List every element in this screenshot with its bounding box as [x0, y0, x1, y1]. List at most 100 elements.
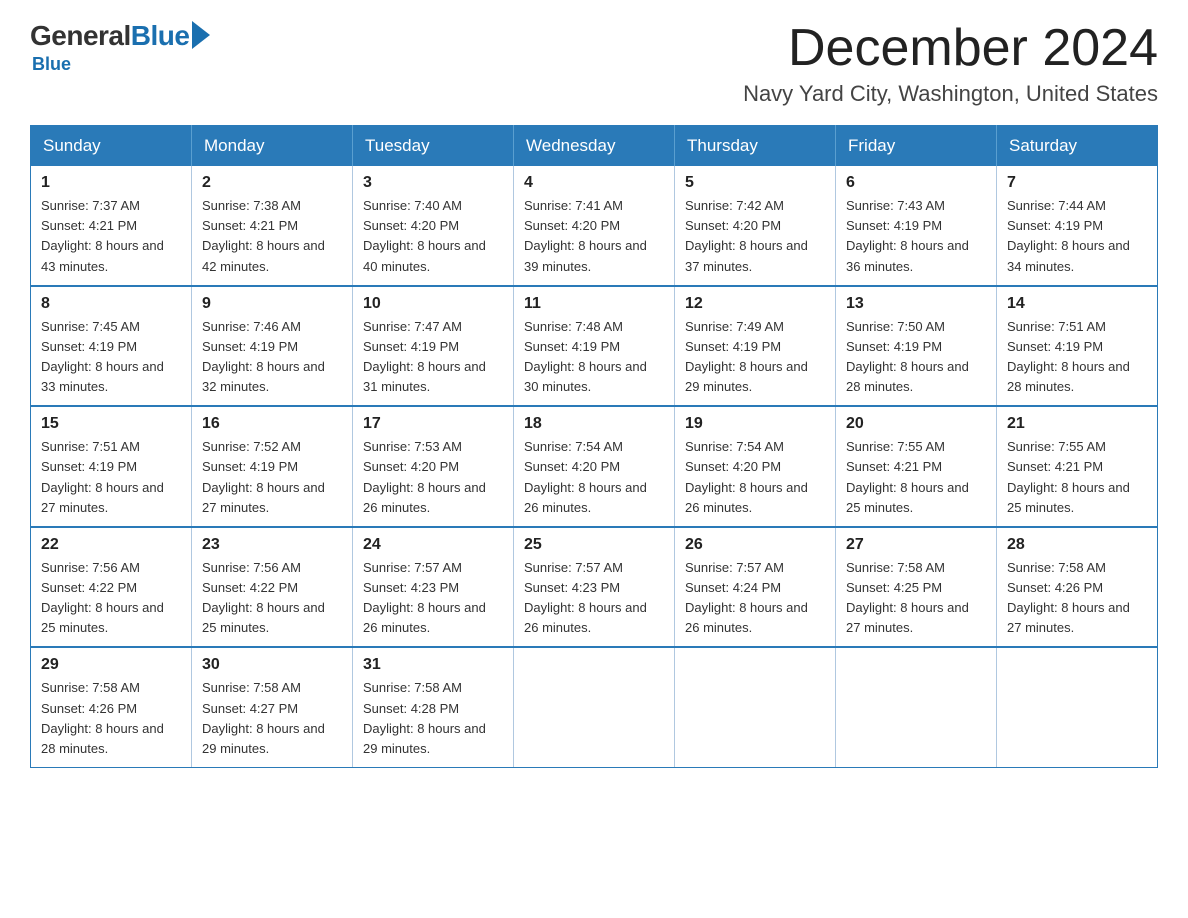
- day-number: 4: [524, 174, 664, 192]
- calendar-cell: 12 Sunrise: 7:49 AMSunset: 4:19 PMDaylig…: [675, 286, 836, 407]
- day-number: 22: [41, 536, 181, 554]
- day-info: Sunrise: 7:41 AMSunset: 4:20 PMDaylight:…: [524, 198, 647, 273]
- day-info: Sunrise: 7:57 AMSunset: 4:23 PMDaylight:…: [524, 560, 647, 635]
- calendar-week-1: 1 Sunrise: 7:37 AMSunset: 4:21 PMDayligh…: [31, 166, 1158, 286]
- day-info: Sunrise: 7:49 AMSunset: 4:19 PMDaylight:…: [685, 319, 808, 394]
- day-number: 28: [1007, 536, 1147, 554]
- calendar-cell: 13 Sunrise: 7:50 AMSunset: 4:19 PMDaylig…: [836, 286, 997, 407]
- day-number: 10: [363, 295, 503, 313]
- day-info: Sunrise: 7:58 AMSunset: 4:25 PMDaylight:…: [846, 560, 969, 635]
- day-info: Sunrise: 7:43 AMSunset: 4:19 PMDaylight:…: [846, 198, 969, 273]
- calendar-cell: 22 Sunrise: 7:56 AMSunset: 4:22 PMDaylig…: [31, 527, 192, 648]
- day-info: Sunrise: 7:50 AMSunset: 4:19 PMDaylight:…: [846, 319, 969, 394]
- day-number: 24: [363, 536, 503, 554]
- day-info: Sunrise: 7:42 AMSunset: 4:20 PMDaylight:…: [685, 198, 808, 273]
- day-number: 20: [846, 415, 986, 433]
- calendar-cell: 1 Sunrise: 7:37 AMSunset: 4:21 PMDayligh…: [31, 166, 192, 286]
- day-number: 17: [363, 415, 503, 433]
- calendar-cell: [997, 647, 1158, 767]
- day-number: 21: [1007, 415, 1147, 433]
- logo: General Blue Blue: [30, 20, 210, 75]
- day-info: Sunrise: 7:58 AMSunset: 4:26 PMDaylight:…: [41, 680, 164, 755]
- day-info: Sunrise: 7:53 AMSunset: 4:20 PMDaylight:…: [363, 439, 486, 514]
- calendar-cell: 5 Sunrise: 7:42 AMSunset: 4:20 PMDayligh…: [675, 166, 836, 286]
- calendar-cell: 24 Sunrise: 7:57 AMSunset: 4:23 PMDaylig…: [353, 527, 514, 648]
- calendar-cell: 19 Sunrise: 7:54 AMSunset: 4:20 PMDaylig…: [675, 406, 836, 527]
- logo-blue-part: Blue: [131, 20, 211, 52]
- day-number: 18: [524, 415, 664, 433]
- calendar-cell: 18 Sunrise: 7:54 AMSunset: 4:20 PMDaylig…: [514, 406, 675, 527]
- day-number: 1: [41, 174, 181, 192]
- day-info: Sunrise: 7:47 AMSunset: 4:19 PMDaylight:…: [363, 319, 486, 394]
- calendar-cell: 8 Sunrise: 7:45 AMSunset: 4:19 PMDayligh…: [31, 286, 192, 407]
- day-info: Sunrise: 7:51 AMSunset: 4:19 PMDaylight:…: [41, 439, 164, 514]
- day-info: Sunrise: 7:56 AMSunset: 4:22 PMDaylight:…: [202, 560, 325, 635]
- day-info: Sunrise: 7:52 AMSunset: 4:19 PMDaylight:…: [202, 439, 325, 514]
- header-wednesday: Wednesday: [514, 126, 675, 167]
- day-info: Sunrise: 7:37 AMSunset: 4:21 PMDaylight:…: [41, 198, 164, 273]
- day-number: 15: [41, 415, 181, 433]
- calendar-cell: 3 Sunrise: 7:40 AMSunset: 4:20 PMDayligh…: [353, 166, 514, 286]
- logo-blue-text: Blue: [131, 20, 190, 52]
- calendar-cell: 28 Sunrise: 7:58 AMSunset: 4:26 PMDaylig…: [997, 527, 1158, 648]
- day-number: 31: [363, 656, 503, 674]
- day-info: Sunrise: 7:55 AMSunset: 4:21 PMDaylight:…: [846, 439, 969, 514]
- calendar-cell: [836, 647, 997, 767]
- calendar-cell: 15 Sunrise: 7:51 AMSunset: 4:19 PMDaylig…: [31, 406, 192, 527]
- day-number: 8: [41, 295, 181, 313]
- calendar-cell: 9 Sunrise: 7:46 AMSunset: 4:19 PMDayligh…: [192, 286, 353, 407]
- day-number: 5: [685, 174, 825, 192]
- day-number: 7: [1007, 174, 1147, 192]
- day-number: 30: [202, 656, 342, 674]
- day-info: Sunrise: 7:54 AMSunset: 4:20 PMDaylight:…: [524, 439, 647, 514]
- calendar-cell: 11 Sunrise: 7:48 AMSunset: 4:19 PMDaylig…: [514, 286, 675, 407]
- day-info: Sunrise: 7:46 AMSunset: 4:19 PMDaylight:…: [202, 319, 325, 394]
- calendar-week-3: 15 Sunrise: 7:51 AMSunset: 4:19 PMDaylig…: [31, 406, 1158, 527]
- calendar-cell: 14 Sunrise: 7:51 AMSunset: 4:19 PMDaylig…: [997, 286, 1158, 407]
- calendar-cell: 21 Sunrise: 7:55 AMSunset: 4:21 PMDaylig…: [997, 406, 1158, 527]
- header-sunday: Sunday: [31, 126, 192, 167]
- title-area: December 2024 Navy Yard City, Washington…: [743, 20, 1158, 107]
- header-saturday: Saturday: [997, 126, 1158, 167]
- day-number: 29: [41, 656, 181, 674]
- day-number: 11: [524, 295, 664, 313]
- calendar-week-2: 8 Sunrise: 7:45 AMSunset: 4:19 PMDayligh…: [31, 286, 1158, 407]
- day-info: Sunrise: 7:57 AMSunset: 4:24 PMDaylight:…: [685, 560, 808, 635]
- day-info: Sunrise: 7:44 AMSunset: 4:19 PMDaylight:…: [1007, 198, 1130, 273]
- logo-underline-text: Blue: [32, 54, 71, 75]
- day-number: 26: [685, 536, 825, 554]
- calendar-cell: 23 Sunrise: 7:56 AMSunset: 4:22 PMDaylig…: [192, 527, 353, 648]
- day-info: Sunrise: 7:45 AMSunset: 4:19 PMDaylight:…: [41, 319, 164, 394]
- day-number: 12: [685, 295, 825, 313]
- day-info: Sunrise: 7:58 AMSunset: 4:27 PMDaylight:…: [202, 680, 325, 755]
- calendar-cell: 16 Sunrise: 7:52 AMSunset: 4:19 PMDaylig…: [192, 406, 353, 527]
- day-number: 3: [363, 174, 503, 192]
- calendar-cell: 27 Sunrise: 7:58 AMSunset: 4:25 PMDaylig…: [836, 527, 997, 648]
- calendar-cell: 2 Sunrise: 7:38 AMSunset: 4:21 PMDayligh…: [192, 166, 353, 286]
- day-info: Sunrise: 7:38 AMSunset: 4:21 PMDaylight:…: [202, 198, 325, 273]
- day-number: 6: [846, 174, 986, 192]
- day-info: Sunrise: 7:58 AMSunset: 4:28 PMDaylight:…: [363, 680, 486, 755]
- day-info: Sunrise: 7:55 AMSunset: 4:21 PMDaylight:…: [1007, 439, 1130, 514]
- day-info: Sunrise: 7:40 AMSunset: 4:20 PMDaylight:…: [363, 198, 486, 273]
- header-friday: Friday: [836, 126, 997, 167]
- day-number: 25: [524, 536, 664, 554]
- header-thursday: Thursday: [675, 126, 836, 167]
- header-monday: Monday: [192, 126, 353, 167]
- calendar-cell: 6 Sunrise: 7:43 AMSunset: 4:19 PMDayligh…: [836, 166, 997, 286]
- calendar-cell: 7 Sunrise: 7:44 AMSunset: 4:19 PMDayligh…: [997, 166, 1158, 286]
- day-info: Sunrise: 7:54 AMSunset: 4:20 PMDaylight:…: [685, 439, 808, 514]
- calendar-cell: 31 Sunrise: 7:58 AMSunset: 4:28 PMDaylig…: [353, 647, 514, 767]
- month-year-title: December 2024: [743, 20, 1158, 77]
- calendar-cell: 17 Sunrise: 7:53 AMSunset: 4:20 PMDaylig…: [353, 406, 514, 527]
- day-info: Sunrise: 7:57 AMSunset: 4:23 PMDaylight:…: [363, 560, 486, 635]
- logo-arrow-icon: [192, 21, 210, 49]
- calendar-week-5: 29 Sunrise: 7:58 AMSunset: 4:26 PMDaylig…: [31, 647, 1158, 767]
- day-info: Sunrise: 7:56 AMSunset: 4:22 PMDaylight:…: [41, 560, 164, 635]
- day-info: Sunrise: 7:58 AMSunset: 4:26 PMDaylight:…: [1007, 560, 1130, 635]
- day-number: 19: [685, 415, 825, 433]
- page-header: General Blue Blue December 2024 Navy Yar…: [30, 20, 1158, 107]
- day-number: 14: [1007, 295, 1147, 313]
- location-subtitle: Navy Yard City, Washington, United State…: [743, 81, 1158, 107]
- calendar-cell: 25 Sunrise: 7:57 AMSunset: 4:23 PMDaylig…: [514, 527, 675, 648]
